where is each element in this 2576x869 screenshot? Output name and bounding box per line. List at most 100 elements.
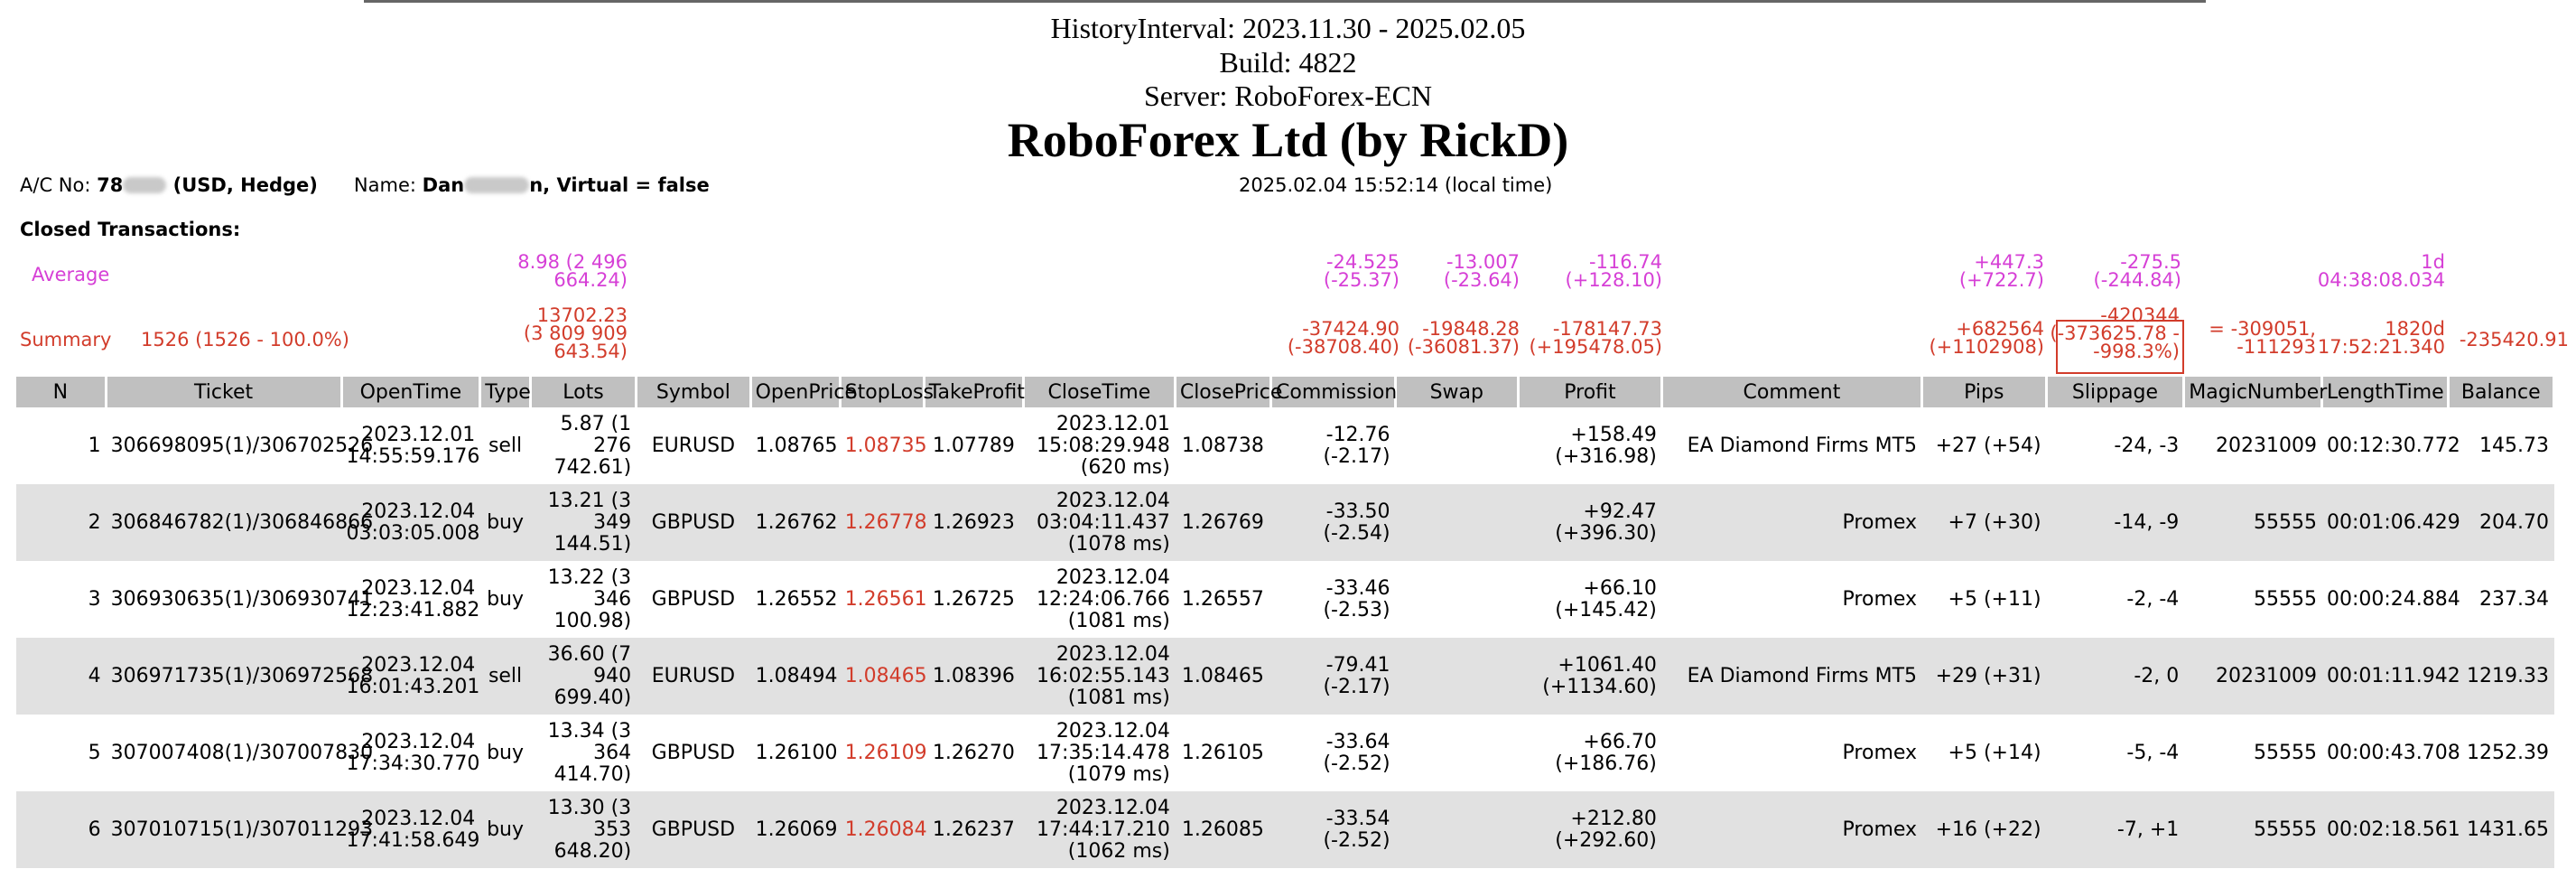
- cell-swap: [1395, 561, 1519, 638]
- history-interval: HistoryInterval: 2023.11.30 - 2025.02.05: [1050, 12, 1526, 44]
- col-closeprice[interactable]: ClosePrice: [1175, 377, 1282, 407]
- cell-opentime: 2023.12.04 03:03:05.008: [341, 484, 480, 561]
- cell-stoploss-line: 1.08465: [844, 664, 927, 687]
- cell-openprice: 1.08494: [750, 638, 841, 715]
- cell-type: buy: [480, 715, 531, 791]
- cell-closetime-line: (1079 ms): [1067, 762, 1170, 786]
- summary-slippage: -420344 (-373625.78 - -998.3%): [2050, 304, 2180, 362]
- cell-n-line: 3: [88, 587, 101, 611]
- build-number: Build: 4822: [1219, 46, 1357, 79]
- cell-closetime-line: 2023.12.04: [1056, 642, 1170, 666]
- cell-openprice-line: 1.26100: [755, 741, 838, 764]
- cell-ticket-line: 307007408(1)/307007830: [110, 741, 374, 764]
- cell-pips: +5 (+14): [1922, 715, 2047, 791]
- cell-opentime-line: 03:03:05.008: [346, 521, 480, 545]
- cell-stoploss: 1.08735: [840, 407, 927, 484]
- cell-symbol-line: EURUSD: [651, 434, 736, 457]
- summary-lots: 13702.23 (3 809 909 643.54): [523, 304, 628, 362]
- col-balance[interactable]: Balance: [2448, 377, 2556, 407]
- redacted-blur: [123, 177, 167, 193]
- cell-balance: 204.70: [2448, 484, 2554, 561]
- cell-opentime-line: 16:01:43.201: [346, 675, 480, 698]
- table-row[interactable]: 5 307007408(1)/307007830 2023.12.04 17:34:3…: [16, 715, 2554, 791]
- cell-profit: +92.47 (+396.30): [1518, 484, 1662, 561]
- cell-closeprice: 1.26105: [1175, 715, 1270, 791]
- cell-opentime: 2023.12.04 16:01:43.201: [341, 638, 480, 715]
- cell-type: buy: [480, 561, 531, 638]
- cell-lots-line: 742.61): [553, 455, 632, 479]
- cell-stoploss-line: 1.26561: [844, 587, 927, 611]
- col-comment[interactable]: Comment: [1661, 377, 1924, 407]
- cell-profit: +66.70 (+186.76): [1519, 715, 1662, 791]
- cell-commission: -12.76 (-2.17): [1271, 407, 1396, 484]
- col-stoploss[interactable]: StopLoss: [840, 377, 934, 407]
- col-slippage[interactable]: Slippage: [2046, 377, 2186, 407]
- cell-length: 00:01:11.942: [2321, 638, 2460, 715]
- table-row[interactable]: 6 307010715(1)/307011293 2023.12.04 17:41:5…: [16, 791, 2554, 868]
- col-takeprofit[interactable]: TakeProfit: [924, 377, 1025, 407]
- col-closetime[interactable]: CloseTime: [1023, 377, 1176, 407]
- col-swap[interactable]: Swap: [1395, 377, 1520, 407]
- closed-transactions-title: Closed Transactions:: [20, 219, 241, 240]
- col-openprice[interactable]: OpenPrice: [750, 377, 857, 407]
- cell-slippage-line: -14, -9: [2114, 510, 2180, 534]
- cell-ticket-line: 306846782(1)/306846866: [110, 510, 374, 534]
- table-row[interactable]: 1 306698095(1)/306702526 2023.12.01 14:55:5…: [16, 407, 2554, 484]
- cell-type: buy: [479, 791, 531, 868]
- cell-closeprice-line: 1.26769: [1181, 510, 1264, 534]
- col-lengthtime[interactable]: LengthTime: [2321, 377, 2450, 407]
- cell-ticket: 306846782(1)/306846866: [106, 484, 374, 561]
- cell-closetime: 2023.12.04 16:02:55.143 (1081 ms): [1023, 638, 1176, 715]
- cell-pips: +16 (+22): [1921, 791, 2047, 868]
- col-type[interactable]: Type: [479, 377, 532, 407]
- cell-closetime: 2023.12.04 12:24:06.766 (1081 ms): [1023, 561, 1175, 638]
- cell-profit-line: (+396.30): [1555, 521, 1657, 545]
- table-row[interactable]: 3 306930635(1)/306930741 2023.12.04 12:23:4…: [16, 561, 2554, 638]
- cell-pips-line: +7 (+30): [1948, 510, 2041, 534]
- cell-commission-line: -12.76: [1325, 423, 1390, 446]
- cell-slippage: -14, -9: [2046, 484, 2184, 561]
- col-lots[interactable]: Lots: [530, 377, 638, 407]
- col-pips[interactable]: Pips: [1921, 377, 2048, 407]
- col-profit[interactable]: Profit: [1518, 377, 1663, 407]
- col-ticket[interactable]: Ticket: [106, 377, 343, 407]
- cell-closetime-line: 2023.12.04: [1056, 565, 1170, 589]
- cell-opentime-line: 2023.12.04: [361, 807, 476, 830]
- cell-profit: +158.49 (+316.98): [1519, 407, 1662, 484]
- cell-slippage-line: -2, 0: [2134, 664, 2180, 687]
- cell-type-line: buy: [487, 818, 525, 841]
- cell-magic-line: 55555: [2253, 510, 2317, 534]
- cell-closetime-line: 2023.12.04: [1056, 796, 1170, 819]
- cell-closetime-line: 2023.12.04: [1056, 719, 1170, 743]
- col-commission[interactable]: Commission: [1270, 377, 1397, 407]
- cell-openprice-line: 1.08494: [755, 664, 838, 687]
- col-magicnumber[interactable]: MagicNumber: [2183, 377, 2327, 407]
- cell-type: sell: [479, 638, 531, 715]
- cell-comment-line: Promex: [1842, 741, 1918, 764]
- table-row[interactable]: 4 306971735(1)/306972568 2023.12.04 16:01:4…: [16, 638, 2554, 715]
- cell-lots: 36.60 (7 940 699.40): [530, 638, 637, 715]
- cell-lots-line: 353: [593, 818, 632, 841]
- cell-closetime-line: (1081 ms): [1067, 686, 1170, 709]
- cell-closeprice: 1.08738: [1175, 407, 1270, 484]
- cell-balance-line: 237.34: [2479, 587, 2549, 611]
- redacted-blur: [464, 177, 530, 193]
- cell-comment: EA Diamond Firms MT5: [1661, 638, 1922, 715]
- cell-lots-line: 13.21 (3: [547, 489, 632, 512]
- cell-closetime-line: 2023.12.01: [1056, 412, 1170, 435]
- table-row[interactable]: 2 306846782(1)/306846866 2023.12.04 03:03:0…: [16, 484, 2554, 561]
- cell-takeprofit: 1.08396: [924, 638, 1024, 715]
- cell-opentime-line: 2023.12.04: [361, 500, 476, 523]
- cell-takeprofit: 1.26270: [924, 715, 1023, 791]
- col-opentime[interactable]: OpenTime: [341, 377, 482, 407]
- cell-comment: Promex: [1661, 715, 1921, 791]
- cell-closetime-line: 12:24:06.766: [1037, 587, 1170, 611]
- col-symbol[interactable]: Symbol: [636, 377, 752, 407]
- cell-lots: 13.30 (3 353 648.20): [530, 791, 637, 868]
- cell-pips: +27 (+54): [1922, 407, 2047, 484]
- cell-profit-line: (+186.76): [1555, 752, 1657, 775]
- cell-length-line: 00:01:06.429: [2326, 510, 2460, 534]
- col-n[interactable]: N: [16, 377, 107, 407]
- cell-stoploss-line: 1.08735: [844, 434, 927, 457]
- cell-length: 00:00:24.884: [2321, 561, 2460, 638]
